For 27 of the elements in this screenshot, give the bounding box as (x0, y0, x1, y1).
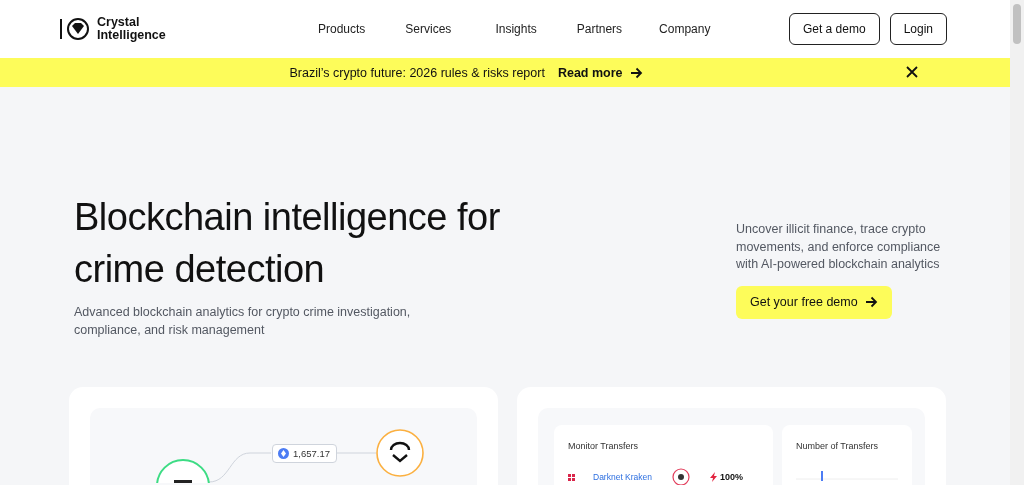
nav-link[interactable]: Products (318, 18, 366, 40)
lightning-icon (710, 472, 718, 482)
nav-link[interactable]: Insights (495, 18, 537, 40)
nav-link[interactable]: Partners (576, 18, 623, 40)
read-more-link[interactable]: Read more (557, 65, 643, 80)
close-icon[interactable] (906, 66, 918, 78)
hero-subtitle: Advanced blockchain analytics for crypto crime investigation, compliance, and risk management (74, 304, 412, 339)
header-button[interactable]: Login (889, 13, 947, 45)
panel-title: Number of Transfers (796, 441, 880, 451)
nav-link[interactable]: Company (659, 18, 711, 40)
entity-link[interactable]: Darknet Kraken (593, 472, 653, 482)
arrow-right-icon (863, 295, 878, 309)
hero-description: Uncover illicit finance, trace crypto movements, and enforce compliance with AI-powered blockchain analytics (736, 221, 942, 273)
hero-title: Blockchain intelligence for crime detection (74, 195, 501, 292)
scrollbar[interactable] (1010, 0, 1024, 485)
panel-title: Monitor Transfers (568, 441, 640, 451)
arrow-right-icon (628, 65, 643, 80)
crystal-node (376, 429, 424, 477)
nav-link[interactable]: Services (405, 18, 452, 40)
logo-text[interactable]: Crystal Intelligence (97, 16, 177, 42)
demo-button[interactable]: Get your free demo (736, 285, 892, 319)
header-button[interactable]: Get a demo (788, 13, 880, 45)
banner-text: Brazil’s crypto future: 2026 rules & risks report (289, 65, 545, 80)
risk-score: 100% (720, 472, 744, 482)
grid-icon (568, 473, 575, 481)
ethereum-icon (278, 448, 289, 459)
amount-value: 1,657.17 (293, 448, 330, 459)
